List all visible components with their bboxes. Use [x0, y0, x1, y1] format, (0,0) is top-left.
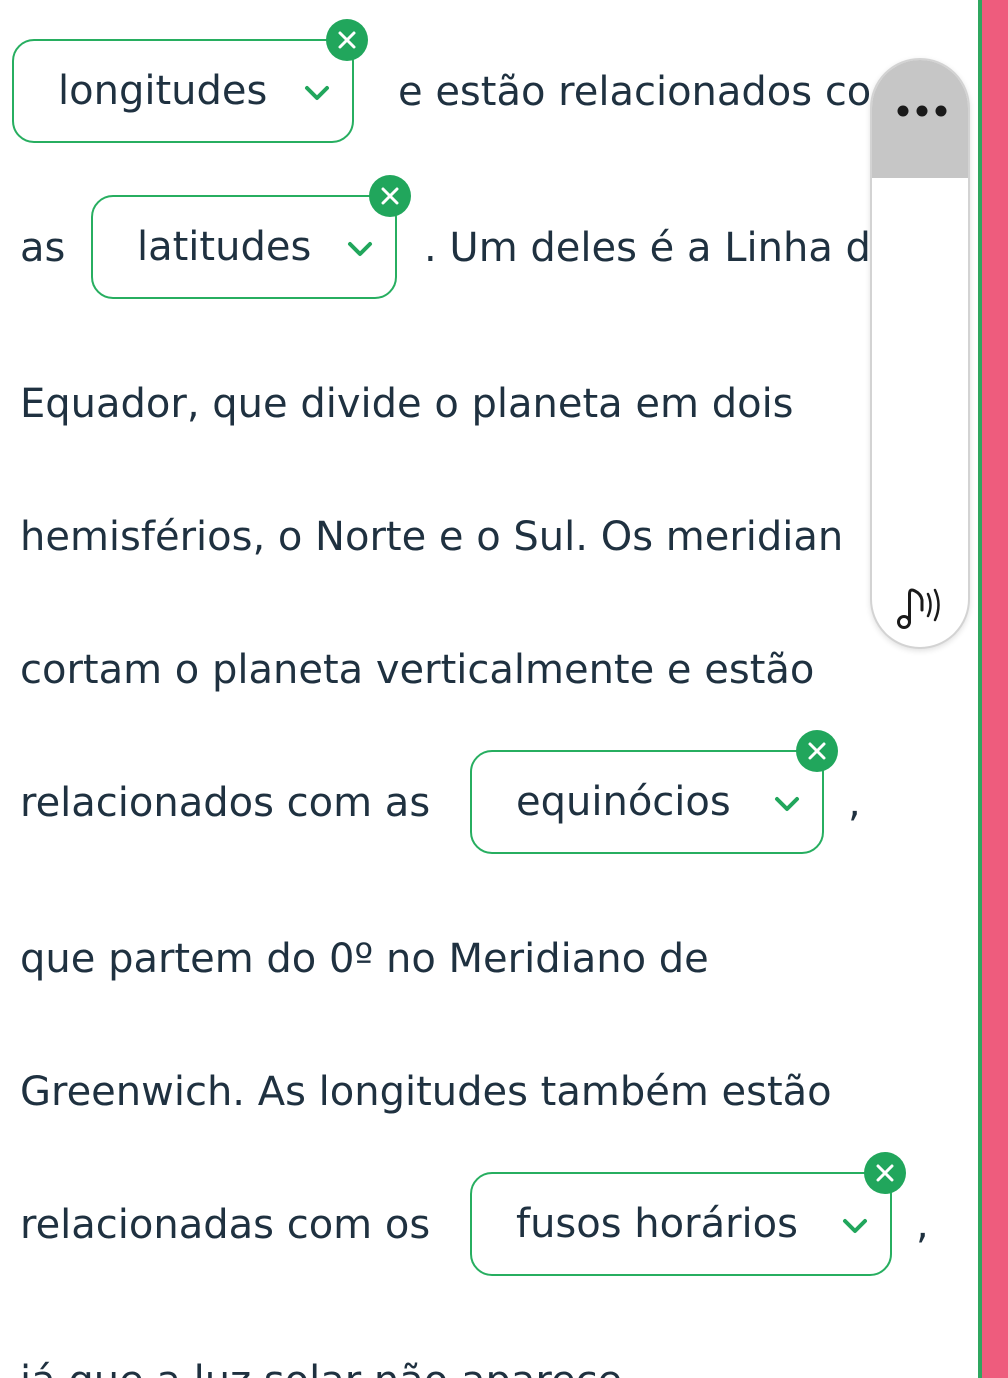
- passage-text: ,: [916, 1202, 929, 1248]
- chevron-down-icon: [843, 1219, 867, 1233]
- audio-speaker-icon[interactable]: [894, 580, 950, 636]
- passage-text: relacionados com as: [20, 780, 431, 826]
- dropdown-equinocios[interactable]: equinócios: [470, 730, 838, 854]
- dropdown-longitudes[interactable]: longitudes: [12, 19, 368, 143]
- passage-text: relacionadas com os: [20, 1202, 431, 1248]
- dropdown-value: equinócios: [516, 779, 731, 825]
- passage-content: longitudes e estão relacionados co as la…: [0, 0, 978, 1378]
- dropdown-fusos-horarios[interactable]: fusos horários: [470, 1152, 906, 1276]
- passage-text: hemisférios, o Norte e o Sul. Os meridia…: [20, 514, 844, 560]
- dropdown-value: latitudes: [137, 224, 312, 270]
- passage-text: Greenwich. As longitudes também estão: [20, 1069, 832, 1115]
- passage-text: Equador, que divide o planeta em dois: [20, 381, 794, 427]
- passage-text: . Um deles é a Linha d: [424, 225, 871, 271]
- passage-text: que partem do 0º no Meridiano de: [20, 936, 709, 982]
- close-icon[interactable]: [326, 19, 368, 61]
- edge-accent-bar: [982, 0, 1008, 1378]
- chevron-down-icon: [775, 797, 799, 811]
- dropdown-value: fusos horários: [516, 1201, 798, 1247]
- dropdown-latitudes[interactable]: latitudes: [91, 175, 411, 299]
- widget-menu-handle[interactable]: [872, 60, 968, 178]
- chevron-down-icon: [348, 242, 372, 256]
- passage-text: ,: [848, 780, 861, 826]
- close-icon[interactable]: [369, 175, 411, 217]
- more-horizontal-icon[interactable]: [896, 104, 948, 118]
- passage-text: já que a luz solar não aparece: [20, 1357, 622, 1378]
- chevron-down-icon: [305, 86, 329, 100]
- passage-text: as: [20, 225, 66, 271]
- floating-reader-widget: [870, 58, 970, 649]
- close-icon[interactable]: [796, 730, 838, 772]
- passage-text: cortam o planeta verticalmente e estão: [20, 647, 815, 693]
- passage-text: e estão relacionados co: [398, 69, 872, 115]
- close-icon[interactable]: [864, 1152, 906, 1194]
- dropdown-value: longitudes: [58, 68, 268, 114]
